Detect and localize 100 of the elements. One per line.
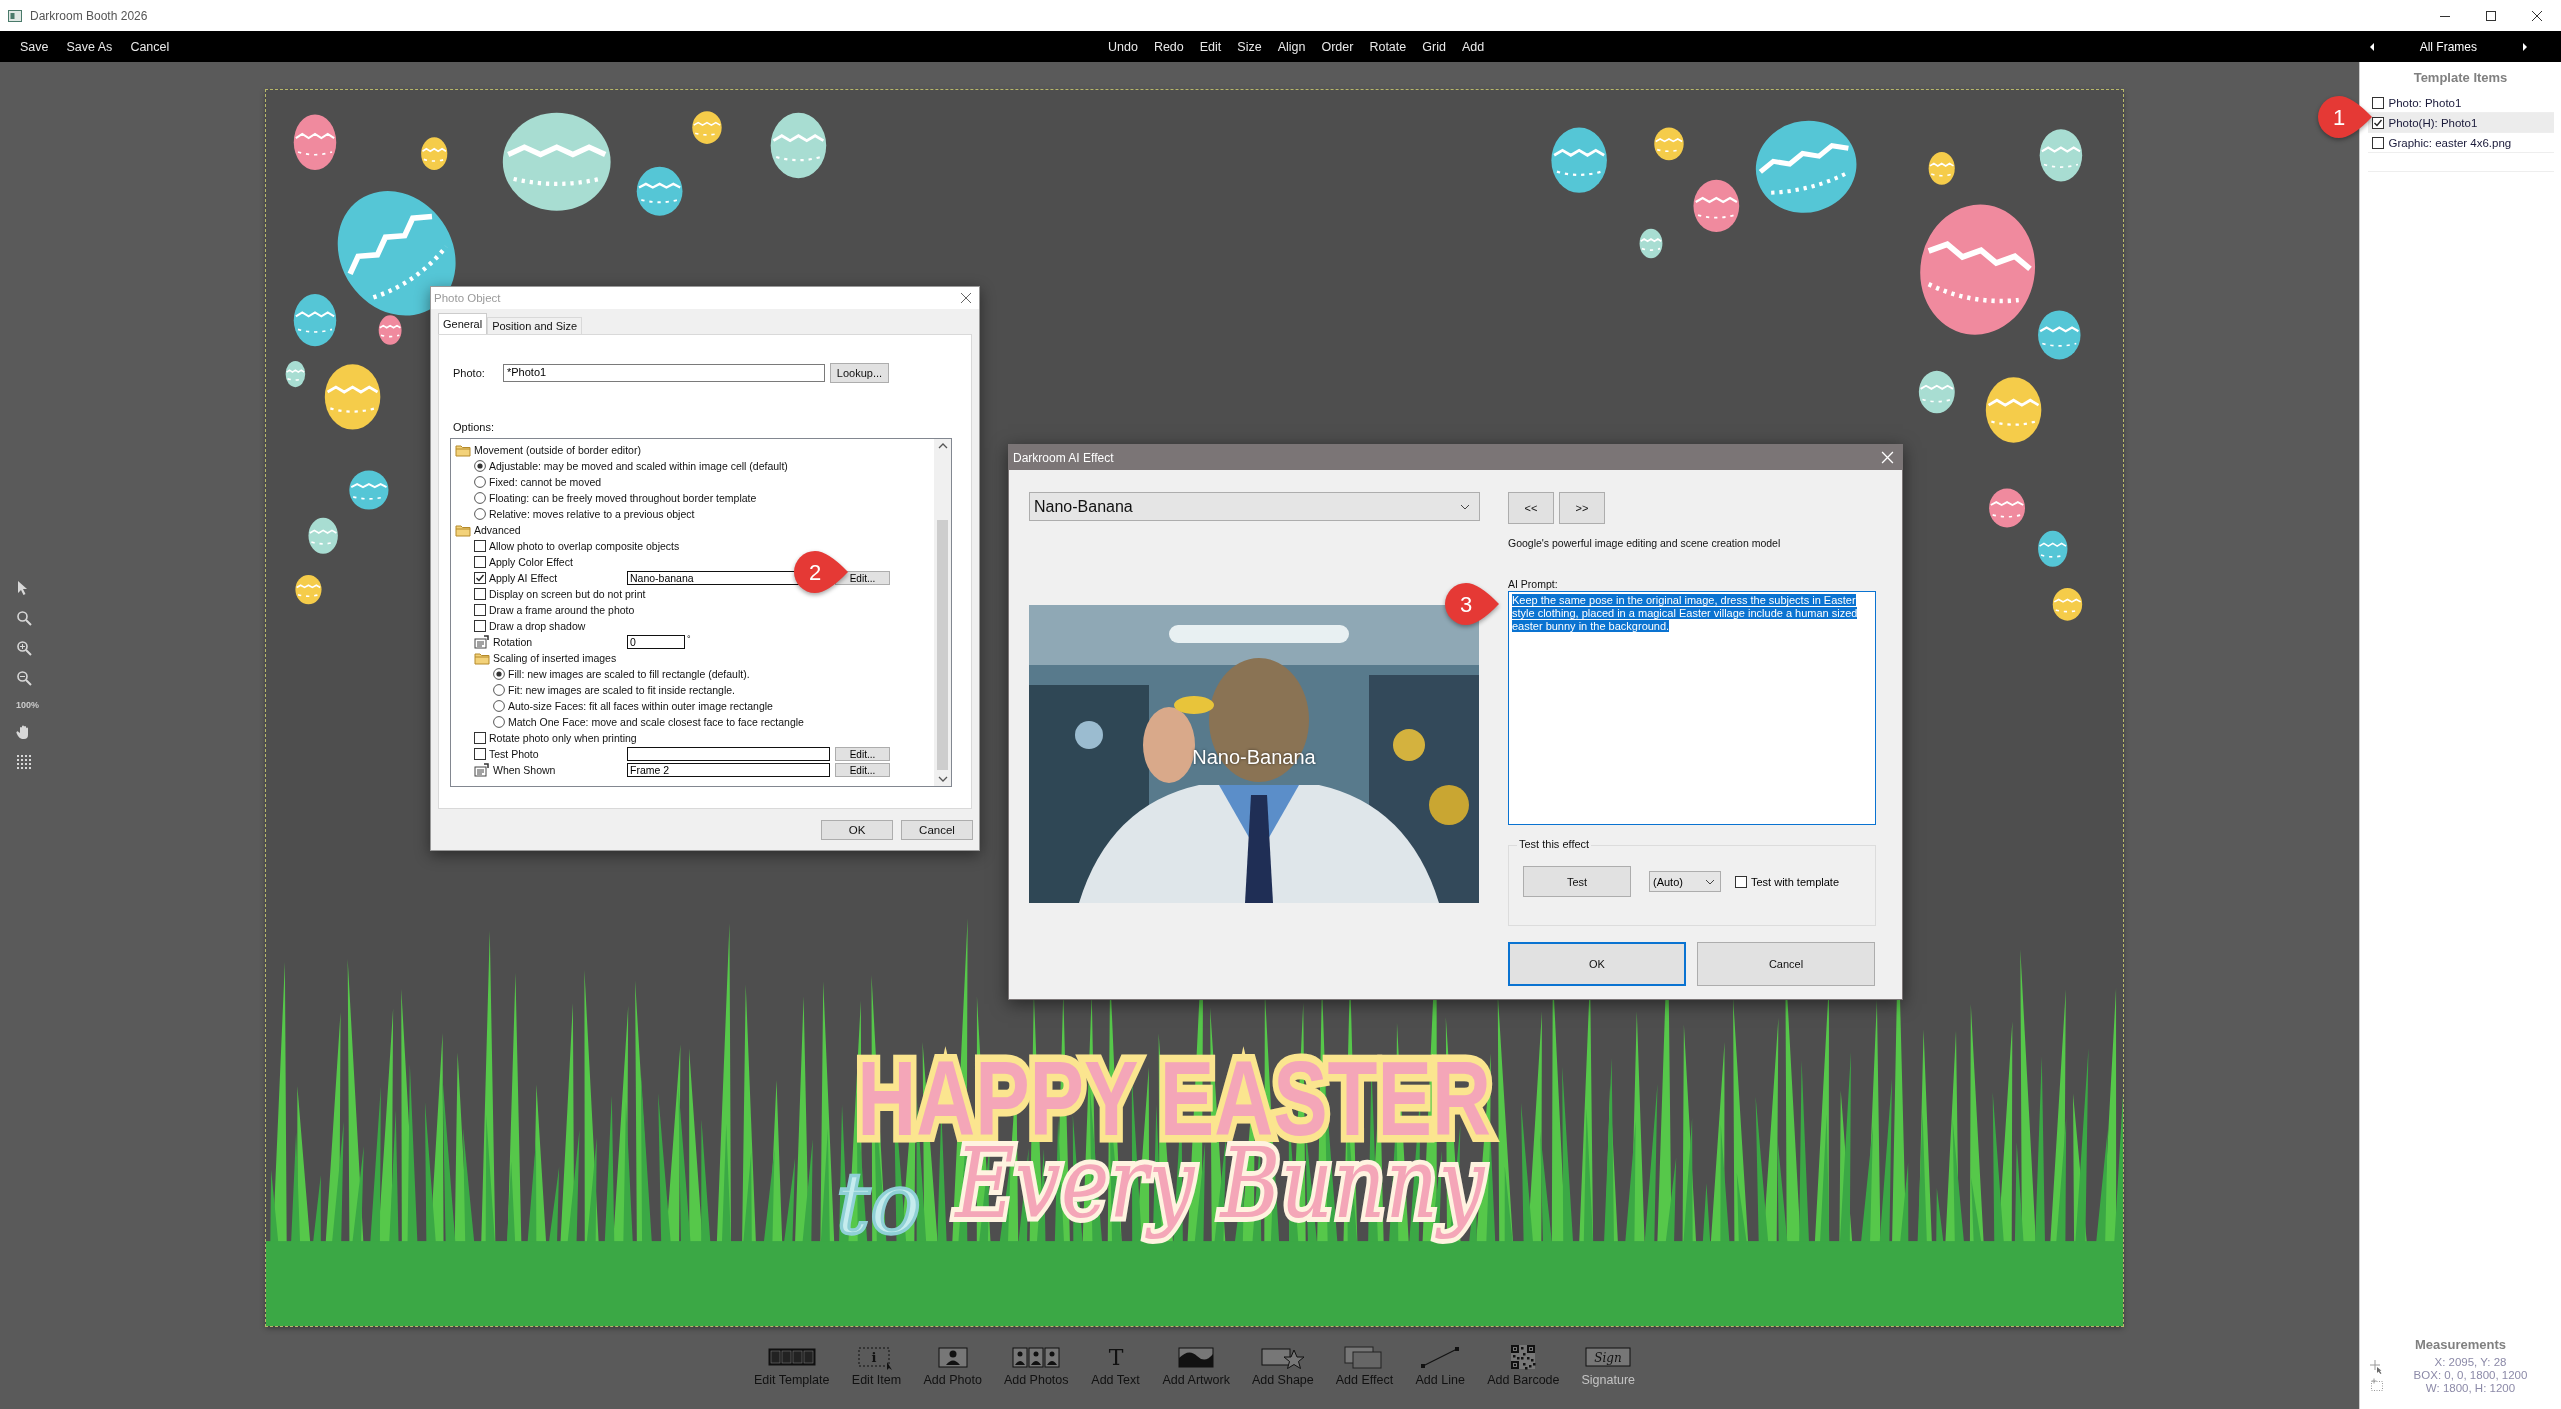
easter-egg	[295, 574, 322, 605]
option-label: When Shown	[493, 764, 556, 776]
folder-icon	[455, 443, 471, 457]
menu-item[interactable]: Add	[1453, 37, 1493, 56]
menu-item[interactable]: Grid	[1414, 37, 1454, 56]
option-label: Match One Face: move and scale closest face to face rectangle	[508, 716, 804, 728]
option-label: Advanced	[474, 524, 521, 536]
option-label: Display on screen but do not print	[489, 588, 646, 600]
test-button[interactable]: Test	[1523, 866, 1631, 897]
menu-item[interactable]: Cancel	[122, 37, 178, 56]
tab[interactable]: General	[438, 313, 488, 334]
menu-item[interactable]: Edit	[1191, 37, 1230, 56]
easter-egg	[1654, 127, 1684, 161]
radio-button[interactable]	[474, 476, 486, 488]
option-label: Floating: can be freely moved throughout border template	[489, 492, 757, 504]
close-icon[interactable]	[960, 292, 972, 304]
menu-item[interactable]: Save	[12, 37, 57, 56]
options-label: Options:	[453, 421, 495, 433]
measurement-text: X: 2095, Y: 28	[2434, 1356, 2507, 1369]
menu-item[interactable]: Save As	[58, 37, 121, 56]
scrollbar[interactable]	[934, 439, 951, 786]
option-label: Apply Color Effect	[489, 556, 573, 568]
option-label: Allow photo to overlap composite objects	[489, 540, 680, 552]
easter-egg	[285, 361, 306, 388]
option-field[interactable]	[627, 747, 830, 761]
panel-title: Template Items	[2413, 70, 2508, 85]
checkbox[interactable]	[2371, 96, 2384, 109]
checkbox[interactable]	[474, 588, 486, 600]
edit-button[interactable]: Edit...	[835, 763, 890, 777]
checkbox[interactable]	[474, 748, 486, 760]
template-item-row[interactable]: Graphic: easter 4x6.png	[2367, 133, 2554, 153]
dialog-button[interactable]: OK	[1508, 942, 1686, 986]
checkbox[interactable]	[474, 732, 486, 744]
checkbox[interactable]	[1735, 875, 1747, 888]
radio-button[interactable]	[474, 460, 486, 472]
next-button[interactable]: >>	[1559, 492, 1605, 524]
checkbox[interactable]	[474, 620, 486, 632]
option-label: Apply AI Effect	[489, 572, 558, 584]
menu-item[interactable]: Redo	[1145, 37, 1192, 56]
option-field[interactable]: 0	[627, 635, 685, 649]
tab[interactable]: Position and Size	[487, 317, 583, 334]
menu-item[interactable]: Size	[1229, 37, 1270, 56]
photo-field[interactable]: *Photo1	[503, 364, 825, 382]
size-dropdown[interactable]: (Auto)	[1649, 871, 1721, 892]
prompt-field[interactable]: Keep the same pose in the original image, dress the subjects in Easter style clothing, placed in a magical Easter village include a human sized easter bunny in the background.	[1508, 591, 1876, 825]
close-icon[interactable]	[2531, 9, 2543, 22]
checkbox[interactable]	[474, 556, 486, 568]
item-label: Photo: Photo1	[2388, 96, 2462, 109]
option-label: Fill: new images are scaled to fill rectangle (default).	[508, 668, 750, 680]
menu-item[interactable]: Undo	[1100, 37, 1146, 56]
frame-selector[interactable]: All Frames	[2419, 39, 2477, 54]
option-label: Adjustable: may be moved and scaled within image cell (default)	[489, 460, 788, 472]
easter-egg	[2039, 129, 2083, 182]
option-label: Draw a drop shadow	[489, 620, 586, 632]
checkbox[interactable]	[474, 540, 486, 552]
radio-button[interactable]	[493, 684, 505, 696]
scroll-down-icon[interactable]	[937, 776, 948, 782]
menu-item[interactable]: Align	[1269, 37, 1314, 56]
easter-egg	[293, 114, 337, 170]
lookup-button[interactable]: Lookup...	[830, 363, 889, 383]
zoom-level[interactable]: 100%	[16, 700, 40, 710]
dialog-button[interactable]: Cancel	[1697, 942, 1875, 986]
easter-egg	[1551, 127, 1607, 193]
dialog-button[interactable]: Cancel	[901, 820, 973, 840]
template-item-row[interactable]: Photo(H): Photo1	[2367, 113, 2554, 133]
grid-icon[interactable]	[16, 754, 32, 770]
options-tree[interactable]	[450, 438, 952, 787]
option-label: Fit: new images are scaled to fit inside rectangle.	[508, 684, 736, 696]
model-description: Google's powerful image editing and scene creation model	[1508, 537, 1782, 549]
edit-button[interactable]: Edit...	[835, 747, 890, 761]
crosshair-cursor-icon	[2370, 1359, 2384, 1374]
easter-egg	[2038, 310, 2081, 360]
measurement-text: W: 1800, H: 1200	[2425, 1382, 2516, 1395]
zoom-in-icon[interactable]	[16, 640, 32, 656]
maximize-icon[interactable]	[2485, 9, 2497, 22]
settings-sheet-icon	[474, 763, 490, 777]
model-dropdown[interactable]: Nano-Banana	[1029, 492, 1480, 521]
zoom-out-icon[interactable]	[16, 670, 32, 686]
menu-item[interactable]: Rotate	[1361, 37, 1415, 56]
easter-egg	[1928, 152, 1955, 185]
radio-button[interactable]	[493, 700, 505, 712]
checkbox[interactable]	[2371, 116, 2384, 129]
option-label: Fixed: cannot be moved	[489, 476, 602, 488]
scroll-up-icon[interactable]	[937, 443, 948, 449]
radio-button[interactable]	[493, 668, 505, 680]
checkbox[interactable]	[2371, 136, 2384, 149]
radio-button[interactable]	[474, 492, 486, 504]
radio-button[interactable]	[493, 716, 505, 728]
easter-egg	[308, 517, 338, 554]
next-frame-icon[interactable]	[2521, 41, 2529, 52]
easter-egg	[324, 364, 381, 430]
radio-button[interactable]	[474, 508, 486, 520]
checkbox[interactable]	[474, 572, 486, 584]
previous-button[interactable]: <<	[1508, 492, 1554, 524]
search-icon[interactable]	[16, 610, 32, 626]
checkbox[interactable]	[474, 604, 486, 616]
option-field[interactable]: Frame 2	[627, 763, 830, 777]
option-label: Draw a frame around the photo	[489, 604, 635, 616]
menu-item[interactable]: Order	[1313, 37, 1362, 56]
dialog-button[interactable]: OK	[821, 820, 893, 840]
